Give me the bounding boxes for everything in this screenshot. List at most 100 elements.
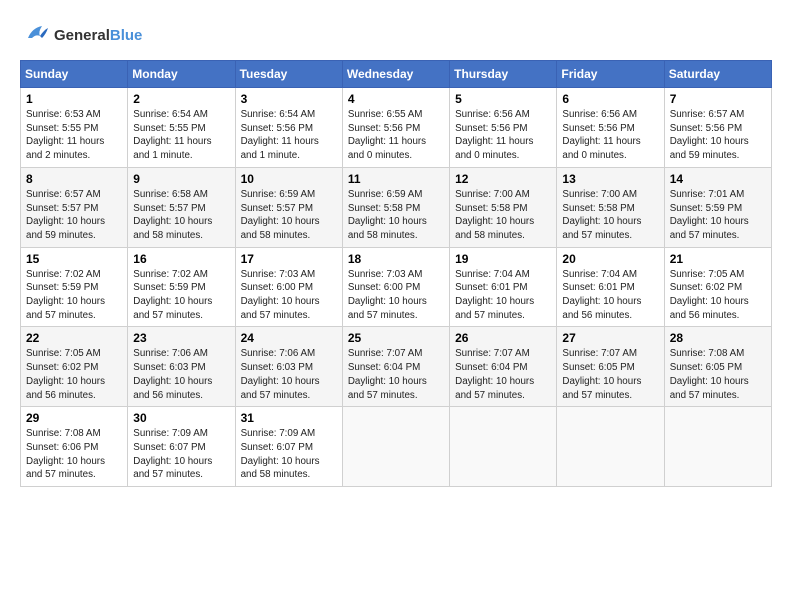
- calendar-cell: [342, 407, 449, 487]
- calendar-cell: 1 Sunrise: 6:53 AMSunset: 5:55 PMDaylight…: [21, 88, 128, 168]
- day-info: Sunrise: 6:54 AMSunset: 5:56 PMDaylight:…: [241, 108, 337, 163]
- day-number: 3: [241, 92, 337, 106]
- calendar-week-row: 22Sunrise: 7:05 AMSunset: 6:02 PMDayligh…: [21, 327, 772, 407]
- calendar-cell: [557, 407, 664, 487]
- calendar-cell: 10 Sunrise: 6:59 AMSunset: 5:57 PMDayligh…: [235, 167, 342, 247]
- day-info: Sunrise: 6:53 AMSunset: 5:55 PMDaylight:…: [26, 108, 122, 163]
- day-number: 17: [241, 252, 337, 266]
- day-number: 29: [26, 411, 122, 425]
- calendar-cell: 11 Sunrise: 6:59 AMSunset: 5:58 PMDayligh…: [342, 167, 449, 247]
- day-of-week-header: Sunday: [21, 61, 128, 88]
- calendar-week-row: 8 Sunrise: 6:57 AMSunset: 5:57 PMDaylight…: [21, 167, 772, 247]
- day-info: Sunrise: 7:07 AMSunset: 6:04 PMDaylight:…: [348, 347, 444, 402]
- day-info: Sunrise: 7:03 AMSunset: 6:00 PMDaylight:…: [348, 268, 444, 323]
- day-of-week-header: Saturday: [664, 61, 771, 88]
- day-info: Sunrise: 7:09 AMSunset: 6:07 PMDaylight:…: [133, 427, 229, 482]
- day-number: 7: [670, 92, 766, 106]
- calendar-week-row: 15 Sunrise: 7:02 AMSunset: 5:59 PMDayligh…: [21, 247, 772, 327]
- calendar-cell: 23 Sunrise: 7:06 AMSunset: 6:03 PMDayligh…: [128, 327, 235, 407]
- day-number: 20: [562, 252, 658, 266]
- day-info: Sunrise: 7:03 AMSunset: 6:00 PMDaylight:…: [241, 268, 337, 323]
- calendar-cell: [450, 407, 557, 487]
- day-info: Sunrise: 6:59 AMSunset: 5:57 PMDaylight:…: [241, 188, 337, 243]
- logo: GeneralBlue: [20, 20, 142, 50]
- day-number: 28: [670, 331, 766, 345]
- day-number: 5: [455, 92, 551, 106]
- day-of-week-header: Thursday: [450, 61, 557, 88]
- day-number: 15: [26, 252, 122, 266]
- day-number: 31: [241, 411, 337, 425]
- day-info: Sunrise: 7:00 AMSunset: 5:58 PMDaylight:…: [455, 188, 551, 243]
- day-number: 1: [26, 92, 122, 106]
- day-info: Sunrise: 7:04 AMSunset: 6:01 PMDaylight:…: [562, 268, 658, 323]
- calendar-table: SundayMondayTuesdayWednesdayThursdayFrid…: [20, 60, 772, 487]
- day-number: 12: [455, 172, 551, 186]
- day-number: 23: [133, 331, 229, 345]
- day-info: Sunrise: 6:57 AMSunset: 5:57 PMDaylight:…: [26, 188, 122, 243]
- day-info: Sunrise: 6:55 AMSunset: 5:56 PMDaylight:…: [348, 108, 444, 163]
- calendar-cell: 20 Sunrise: 7:04 AMSunset: 6:01 PMDayligh…: [557, 247, 664, 327]
- calendar-cell: 13Sunrise: 7:00 AMSunset: 5:58 PMDayligh…: [557, 167, 664, 247]
- day-number: 24: [241, 331, 337, 345]
- day-number: 6: [562, 92, 658, 106]
- calendar-week-row: 1 Sunrise: 6:53 AMSunset: 5:55 PMDaylight…: [21, 88, 772, 168]
- calendar-cell: 16 Sunrise: 7:02 AMSunset: 5:59 PMDayligh…: [128, 247, 235, 327]
- day-number: 14: [670, 172, 766, 186]
- day-number: 19: [455, 252, 551, 266]
- day-info: Sunrise: 6:59 AMSunset: 5:58 PMDaylight:…: [348, 188, 444, 243]
- calendar-cell: 12 Sunrise: 7:00 AMSunset: 5:58 PMDayligh…: [450, 167, 557, 247]
- day-info: Sunrise: 6:56 AMSunset: 5:56 PMDaylight:…: [562, 108, 658, 163]
- calendar-cell: 24 Sunrise: 7:06 AMSunset: 6:03 PMDayligh…: [235, 327, 342, 407]
- day-number: 2: [133, 92, 229, 106]
- day-info: Sunrise: 7:00 AMSunset: 5:58 PMDaylight:…: [562, 188, 658, 243]
- calendar-cell: 2 Sunrise: 6:54 AMSunset: 5:55 PMDaylight…: [128, 88, 235, 168]
- day-info: Sunrise: 7:06 AMSunset: 6:03 PMDaylight:…: [241, 347, 337, 402]
- day-info: Sunrise: 6:58 AMSunset: 5:57 PMDaylight:…: [133, 188, 229, 243]
- day-number: 8: [26, 172, 122, 186]
- calendar-cell: 17 Sunrise: 7:03 AMSunset: 6:00 PMDayligh…: [235, 247, 342, 327]
- day-number: 9: [133, 172, 229, 186]
- calendar-week-row: 29 Sunrise: 7:08 AMSunset: 6:06 PMDayligh…: [21, 407, 772, 487]
- day-info: Sunrise: 7:01 AMSunset: 5:59 PMDaylight:…: [670, 188, 766, 243]
- day-of-week-header: Monday: [128, 61, 235, 88]
- day-number: 30: [133, 411, 229, 425]
- calendar-cell: 21 Sunrise: 7:05 AMSunset: 6:02 PMDayligh…: [664, 247, 771, 327]
- day-of-week-header: Wednesday: [342, 61, 449, 88]
- calendar-cell: 6 Sunrise: 6:56 AMSunset: 5:56 PMDaylight…: [557, 88, 664, 168]
- day-info: Sunrise: 6:54 AMSunset: 5:55 PMDaylight:…: [133, 108, 229, 163]
- day-number: 10: [241, 172, 337, 186]
- calendar-cell: 30 Sunrise: 7:09 AMSunset: 6:07 PMDayligh…: [128, 407, 235, 487]
- calendar-cell: 9 Sunrise: 6:58 AMSunset: 5:57 PMDaylight…: [128, 167, 235, 247]
- calendar-cell: 29 Sunrise: 7:08 AMSunset: 6:06 PMDayligh…: [21, 407, 128, 487]
- calendar-cell: 3 Sunrise: 6:54 AMSunset: 5:56 PMDaylight…: [235, 88, 342, 168]
- calendar-cell: 26 Sunrise: 7:07 AMSunset: 6:04 PMDayligh…: [450, 327, 557, 407]
- calendar-cell: 31 Sunrise: 7:09 AMSunset: 6:07 PMDayligh…: [235, 407, 342, 487]
- day-number: 21: [670, 252, 766, 266]
- day-of-week-header: Friday: [557, 61, 664, 88]
- day-info: Sunrise: 7:02 AMSunset: 5:59 PMDaylight:…: [26, 268, 122, 323]
- calendar-cell: 27Sunrise: 7:07 AMSunset: 6:05 PMDayligh…: [557, 327, 664, 407]
- day-number: 16: [133, 252, 229, 266]
- day-info: Sunrise: 7:04 AMSunset: 6:01 PMDaylight:…: [455, 268, 551, 323]
- calendar-cell: [664, 407, 771, 487]
- day-number: 18: [348, 252, 444, 266]
- calendar-cell: 5Sunrise: 6:56 AMSunset: 5:56 PMDaylight…: [450, 88, 557, 168]
- calendar-cell: 15 Sunrise: 7:02 AMSunset: 5:59 PMDayligh…: [21, 247, 128, 327]
- day-number: 22: [26, 331, 122, 345]
- calendar-cell: 28Sunrise: 7:08 AMSunset: 6:05 PMDayligh…: [664, 327, 771, 407]
- day-info: Sunrise: 7:02 AMSunset: 5:59 PMDaylight:…: [133, 268, 229, 323]
- day-info: Sunrise: 7:09 AMSunset: 6:07 PMDaylight:…: [241, 427, 337, 482]
- day-info: Sunrise: 7:07 AMSunset: 6:04 PMDaylight:…: [455, 347, 551, 402]
- day-info: Sunrise: 7:07 AMSunset: 6:05 PMDaylight:…: [562, 347, 658, 402]
- calendar-cell: 25Sunrise: 7:07 AMSunset: 6:04 PMDayligh…: [342, 327, 449, 407]
- calendar-cell: 22Sunrise: 7:05 AMSunset: 6:02 PMDayligh…: [21, 327, 128, 407]
- day-number: 11: [348, 172, 444, 186]
- calendar-cell: 18 Sunrise: 7:03 AMSunset: 6:00 PMDayligh…: [342, 247, 449, 327]
- day-info: Sunrise: 7:08 AMSunset: 6:06 PMDaylight:…: [26, 427, 122, 482]
- day-number: 4: [348, 92, 444, 106]
- day-number: 26: [455, 331, 551, 345]
- day-info: Sunrise: 7:06 AMSunset: 6:03 PMDaylight:…: [133, 347, 229, 402]
- day-info: Sunrise: 7:05 AMSunset: 6:02 PMDaylight:…: [670, 268, 766, 323]
- calendar-cell: 8 Sunrise: 6:57 AMSunset: 5:57 PMDaylight…: [21, 167, 128, 247]
- day-info: Sunrise: 6:57 AMSunset: 5:56 PMDaylight:…: [670, 108, 766, 163]
